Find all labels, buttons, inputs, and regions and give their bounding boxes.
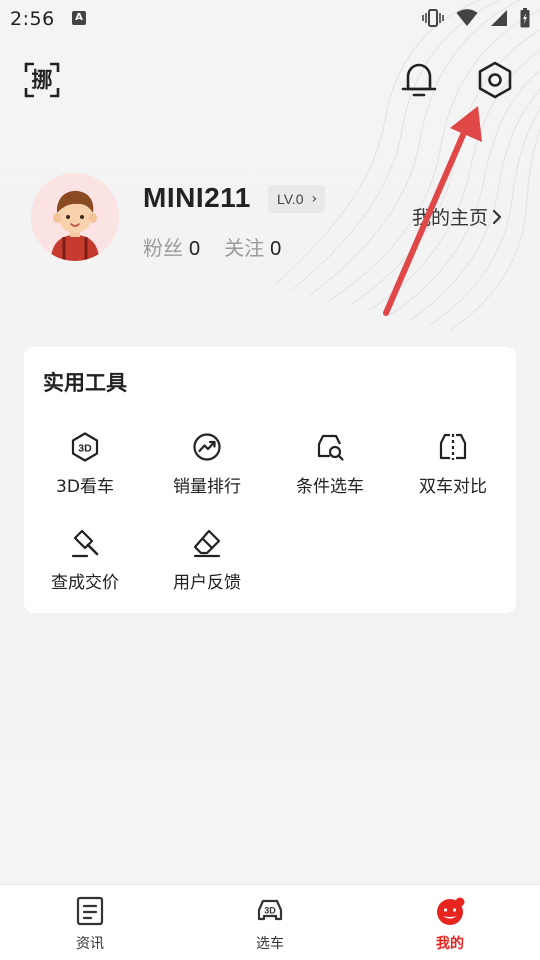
scan-glyph: 挪: [31, 68, 53, 92]
tab-choose-car[interactable]: 3D 选车: [220, 885, 320, 960]
news-icon: [76, 896, 104, 926]
settings-hex-icon: [478, 61, 512, 99]
tool-sales-rank[interactable]: 销量排行: [152, 432, 262, 512]
tools-card: 实用工具 3D 3D看车 销量排行 条件选车 双车对比 查成交价 用户反馈: [24, 347, 516, 613]
annotation-arrow: [383, 106, 482, 316]
tool-label: 用户反馈: [173, 573, 241, 593]
svg-text:3D: 3D: [264, 906, 276, 916]
tab-label: 选车: [256, 936, 284, 952]
vibrate-icon: [422, 9, 444, 27]
signal-icon: [491, 10, 507, 26]
car-3d-icon: 3D: [257, 899, 283, 921]
3d-badge-icon: 3D: [71, 432, 99, 462]
tool-feedback[interactable]: 用户反馈: [152, 528, 262, 608]
chevron-right-icon: ›: [311, 191, 318, 207]
status-icons: [422, 8, 530, 28]
eraser-icon: [193, 529, 221, 558]
tab-news[interactable]: 资讯: [40, 885, 140, 960]
username: MINI211: [143, 182, 251, 213]
tool-filter-cars[interactable]: 条件选车: [275, 432, 385, 512]
tab-label: 我的: [436, 936, 464, 952]
fans-count[interactable]: 0: [189, 238, 200, 261]
tab-label: 资讯: [76, 936, 104, 952]
follow-count[interactable]: 0: [270, 238, 281, 261]
car-search-icon: [317, 434, 344, 461]
tool-compare[interactable]: 双车对比: [398, 432, 508, 512]
tool-label: 条件选车: [296, 477, 364, 497]
tool-label: 查成交价: [51, 573, 119, 593]
bell-icon: [401, 63, 437, 97]
status-time: 2:56: [10, 8, 55, 30]
follow-label[interactable]: 关注: [224, 232, 264, 261]
avatar[interactable]: [31, 173, 119, 261]
bottom-nav: 资讯 3D 选车 我的: [0, 884, 540, 960]
tool-label: 销量排行: [173, 477, 241, 497]
scan-button[interactable]: 挪: [24, 62, 60, 98]
wifi-icon: [456, 9, 478, 26]
avatar-boy-illustration: [31, 173, 119, 261]
compare-icon: [439, 433, 467, 460]
notifications-button[interactable]: [398, 59, 440, 101]
notification-a-icon: A: [72, 11, 86, 25]
svg-text:3D: 3D: [78, 443, 92, 455]
mascot-icon: [437, 897, 465, 925]
screen: 2:56 A 挪 MINI211 LV.0 › 粉丝 0 关注 0 我的主页 实…: [0, 0, 540, 960]
tool-label: 双车对比: [419, 477, 487, 497]
trend-circle-icon: [193, 433, 221, 461]
level-badge[interactable]: LV.0 ›: [268, 185, 326, 213]
gavel-icon: [71, 529, 99, 558]
fans-label[interactable]: 粉丝: [143, 232, 183, 261]
settings-button[interactable]: [474, 59, 516, 101]
status-bar: 2:56 A: [0, 0, 540, 36]
tab-mine[interactable]: 我的: [400, 885, 500, 960]
tool-3d-view[interactable]: 3D 3D看车: [30, 432, 140, 512]
tools-title: 实用工具: [43, 371, 127, 395]
profile-stats: 粉丝 0 关注 0: [143, 232, 281, 261]
level-text: LV.0: [277, 191, 304, 207]
battery-icon: [520, 8, 530, 28]
tool-label: 3D看车: [56, 477, 114, 497]
tool-price-check[interactable]: 查成交价: [30, 528, 140, 608]
